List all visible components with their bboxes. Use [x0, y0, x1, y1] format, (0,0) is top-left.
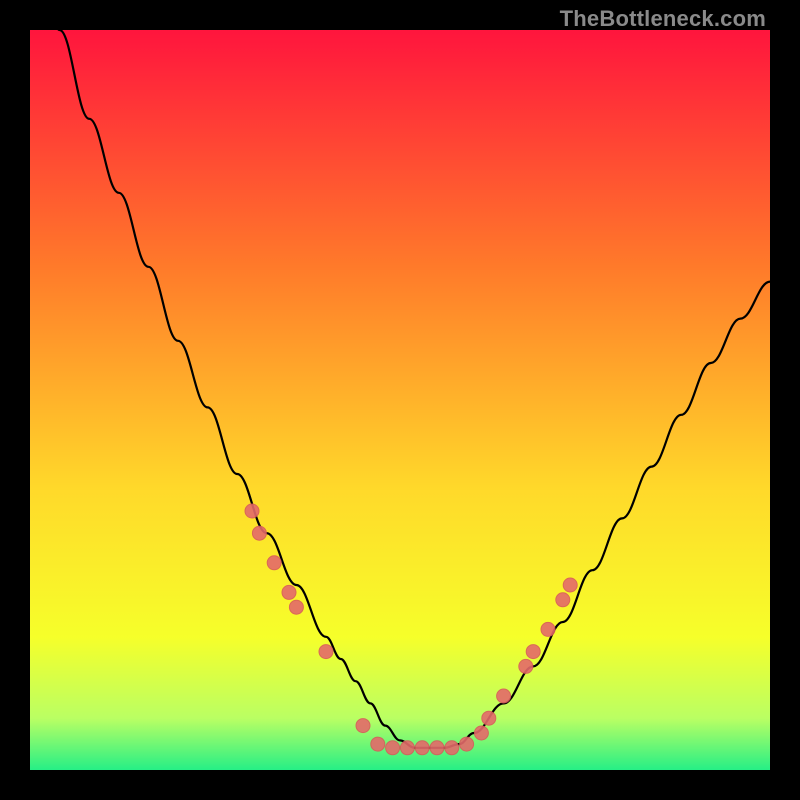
curve-marker: [482, 711, 496, 725]
curve-marker: [445, 741, 459, 755]
curve-marker: [267, 556, 281, 570]
curve-marker: [556, 593, 570, 607]
curve-marker: [371, 737, 385, 751]
curve-marker: [245, 504, 259, 518]
curve-marker: [563, 578, 577, 592]
curve-marker: [541, 622, 555, 636]
curve-marker: [474, 726, 488, 740]
curve-marker: [252, 526, 266, 540]
curve-marker: [497, 689, 511, 703]
curve-marker: [356, 719, 370, 733]
gradient-background: [30, 30, 770, 770]
curve-marker: [319, 645, 333, 659]
curve-marker: [386, 741, 400, 755]
curve-marker: [282, 585, 296, 599]
curve-marker: [289, 600, 303, 614]
plot-frame: [30, 30, 770, 770]
bottleneck-chart: [30, 30, 770, 770]
curve-marker: [460, 737, 474, 751]
curve-marker: [526, 645, 540, 659]
curve-marker: [519, 659, 533, 673]
curve-marker: [430, 741, 444, 755]
curve-marker: [415, 741, 429, 755]
curve-marker: [400, 741, 414, 755]
watermark-text: TheBottleneck.com: [560, 6, 766, 32]
